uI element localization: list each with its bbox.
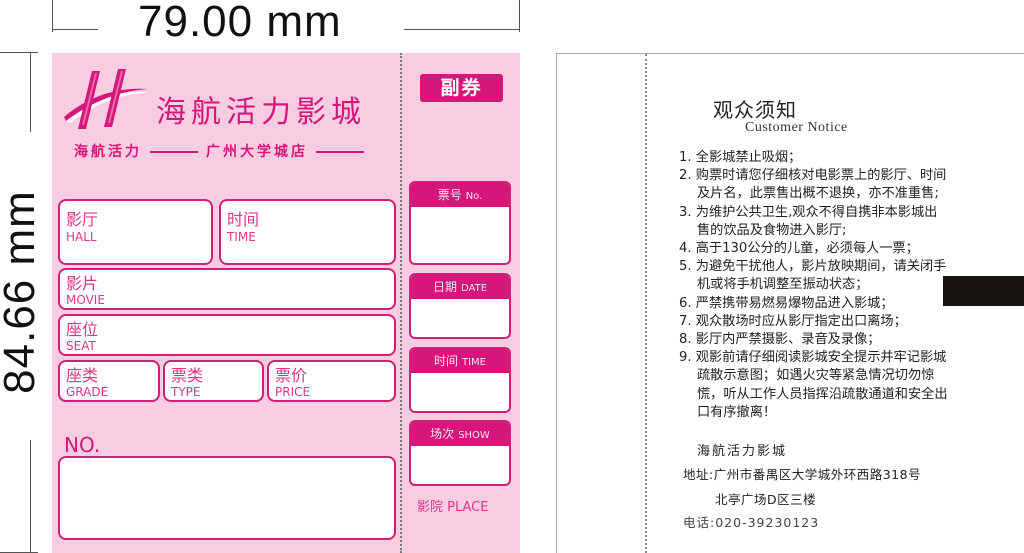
price-label-en: PRICE <box>275 385 311 399</box>
perforation-line <box>400 53 402 553</box>
rule-item: 1. 全影城禁止吸烟； <box>679 150 802 165</box>
grade-label-cn: 座类 <box>66 366 99 385</box>
phone-number: 电话:020-39230123 <box>683 515 820 530</box>
type-label-cn: 票类 <box>171 366 204 385</box>
time-label-en: TIME <box>227 230 256 244</box>
address-line-2: 北亭广场D区三楼 <box>715 492 817 507</box>
dimension-line <box>404 29 519 30</box>
type-field: 票类 TYPE <box>163 360 264 402</box>
stub-show-header: 场次 SHOW <box>411 422 509 446</box>
rule-item: 4. 高于130公分的儿童，必须每人一票； <box>679 241 919 257</box>
ticket-front: 海航活力影城 海航活力 广州大学城店 影厅 HALL 时间 TIME 影片 MOV… <box>52 53 520 553</box>
rule-item: 2. 购票时请您仔细核对电影票上的影厅、时间及片名，此票售出概不退换，亦不准重售… <box>679 168 947 202</box>
brand-name: 海航活力影城 <box>156 95 366 130</box>
notice-subtitle: Customer Notice <box>745 120 848 135</box>
rule-item: 3. 为维护公共卫生,观众不得自携非本影城出售的饮品及食物进入影厅; <box>679 204 938 238</box>
serial-no-label: NO. <box>64 433 101 457</box>
height-label: 84.66 mm <box>0 190 44 394</box>
dimension-line <box>30 52 31 132</box>
serial-no-field <box>58 456 396 540</box>
rules-list: 1. 全影城禁止吸烟； 2. 购票时请您仔细核对电影票上的影厅、时间及片名，此票… <box>679 149 949 422</box>
seat-field: 座位 SEAT <box>58 314 396 356</box>
stub-date-en: DATE <box>461 283 488 294</box>
cinema-name: 海航活力影城 <box>697 444 788 459</box>
stub-show-cn: 场次 <box>430 427 455 441</box>
movie-field: 影片 MOVIE <box>58 268 396 310</box>
stub-ticket-no-header: 票号 No. <box>411 183 509 207</box>
movie-label-cn: 影片 <box>66 274 99 293</box>
divider <box>316 151 364 153</box>
price-field: 票价 PRICE <box>267 360 396 402</box>
hall-label-cn: 影厅 <box>66 210 99 229</box>
grade-label-en: GRADE <box>66 385 109 399</box>
dimension-tick <box>519 0 520 32</box>
hall-label-en: HALL <box>66 230 97 244</box>
width-label: 79.00 mm <box>138 0 342 46</box>
rule-item: 9. 观影前请仔细阅读影城安全提示并牢记影城疏散示意图；如遇火灾等紧急情况切勿惊… <box>679 350 948 420</box>
sub-brand-left: 海航活力 <box>74 144 142 160</box>
rule-item: 5. 为避免干扰他人，影片放映期间，请关闭手机或将手机调整至振动状态； <box>679 259 947 293</box>
stub-show-en: SHOW <box>458 430 490 441</box>
hna-h-logo-icon <box>64 69 150 129</box>
seat-label-en: SEAT <box>66 339 96 353</box>
rule-item: 7. 观众散场时应从影厅指定出口离场； <box>679 313 907 329</box>
rule-item: 6. 严禁携带易燃易爆物品进入影城； <box>679 295 894 311</box>
dimension-line <box>30 440 31 552</box>
sub-brand: 海航活力 广州大学城店 <box>74 141 372 161</box>
seat-label-cn: 座位 <box>66 320 99 339</box>
address-line-1: 地址:广州市番禺区大学城外环西路318号 <box>683 467 922 482</box>
height-dimension: 84.66 mm <box>0 52 50 553</box>
time-field: 时间 TIME <box>219 199 396 265</box>
stub-place-label: 影院 PLACE <box>417 500 489 515</box>
type-label-en: TYPE <box>171 385 201 399</box>
stub-date-box: 日期 DATE <box>409 273 511 339</box>
stub-time-en: TIME <box>462 357 487 368</box>
dimension-line <box>52 29 98 30</box>
magnetic-strip <box>943 276 1024 306</box>
hall-field: 影厅 HALL <box>58 199 213 265</box>
branch-name: 广州大学城店 <box>206 144 308 160</box>
time-label-cn: 时间 <box>227 210 260 229</box>
stub-time-box: 时间 TIME <box>409 347 511 413</box>
grade-field: 座类 GRADE <box>58 360 160 402</box>
notice-title: 观众须知 <box>713 98 797 122</box>
dimension-tick <box>52 0 53 32</box>
perforation-line <box>645 54 647 553</box>
movie-label-en: MOVIE <box>66 293 105 307</box>
stub-ticket-no-en: No. <box>465 191 483 202</box>
dimension-tick <box>0 52 38 53</box>
stub-title: 副券 <box>420 74 503 102</box>
stub-time-cn: 时间 <box>433 354 458 368</box>
rule-item: 8. 影厅内严禁摄影、录音及录像； <box>679 332 881 348</box>
width-dimension: 79.00 mm <box>52 0 520 46</box>
stub-ticket-no-cn: 票号 <box>437 188 462 202</box>
stub-show-box: 场次 SHOW <box>409 420 511 486</box>
ticket-back: 观众须知 Customer Notice 1. 全影城禁止吸烟； 2. 购票时请… <box>556 53 1024 553</box>
stub-date-header: 日期 DATE <box>411 275 509 299</box>
stub-date-cn: 日期 <box>432 280 457 294</box>
stub-ticket-no-box: 票号 No. <box>409 181 511 265</box>
price-label-cn: 票价 <box>275 366 308 385</box>
stub-time-header: 时间 TIME <box>411 349 509 373</box>
divider <box>150 151 198 153</box>
